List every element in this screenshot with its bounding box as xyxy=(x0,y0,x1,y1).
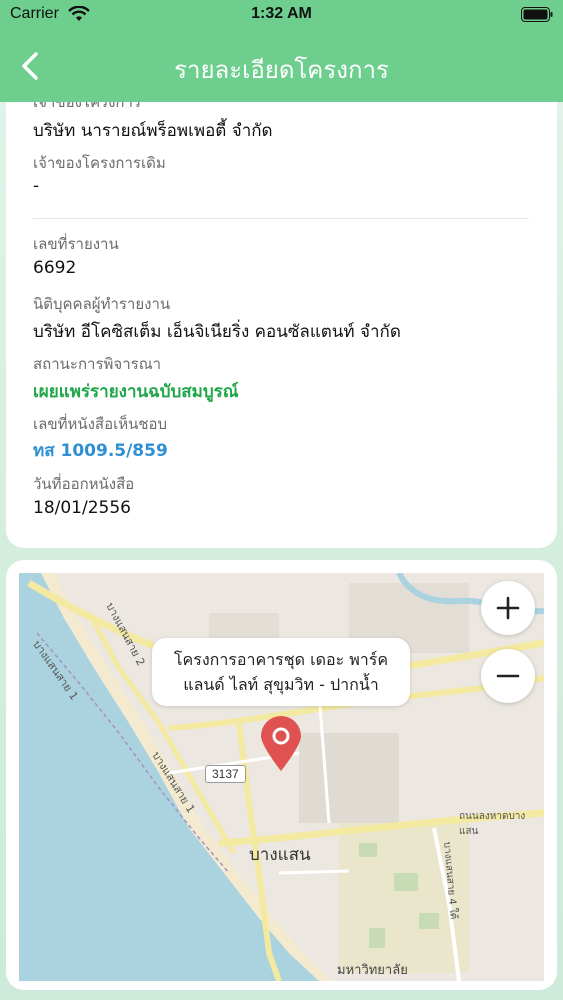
clock: 1:32 AM xyxy=(251,5,312,22)
report-number-value: 6692 xyxy=(33,258,77,278)
navigation-bar: รายละเอียดโครงการ xyxy=(0,30,563,102)
approval-number-link[interactable]: ทส 1009.5/859 xyxy=(33,437,168,464)
place-label-university: มหาวิทยาลัย xyxy=(337,963,408,978)
approval-number-label: เลขที่หนังสือเห็นชอบ xyxy=(33,415,168,433)
zoom-in-button[interactable] xyxy=(481,581,535,635)
zoom-out-button[interactable] xyxy=(481,649,535,703)
consultant-value: บริษัท อีโคซิสเต็ม เอ็นจิเนียริ่ง คอนซัล… xyxy=(33,322,401,342)
page-title: รายละเอียดโครงการ xyxy=(174,56,389,84)
report-number-label: เลขที่รายงาน xyxy=(33,235,119,253)
minus-icon xyxy=(496,674,520,678)
map-base xyxy=(19,573,544,981)
issue-date-value: 18/01/2556 xyxy=(33,498,131,518)
map-view[interactable]: บางแสนสาย 2 บางแสนสาย 1 บางแสนสาย 1 ถนนล… xyxy=(19,573,544,981)
status-bar: Carrier 1:32 AM xyxy=(0,0,563,30)
former-owner-label: เจ้าของโครงการเดิม xyxy=(33,154,166,172)
location-pin-icon[interactable] xyxy=(259,716,303,772)
owner-label-partial: เจ้าของโครงการ xyxy=(33,102,141,111)
road-shield-3137: 3137 xyxy=(205,765,246,783)
owner-value: บริษัท นารายณ์พร็อพเพอตี้ จำกัด xyxy=(33,121,273,141)
consultant-label: นิติบุคคลผู้ทำรายงาน xyxy=(33,295,171,313)
road-label-long-hat: ถนนลงหาดบางแสน xyxy=(459,811,526,837)
popup-line-1: โครงการอาคารชุด เดอะ พาร์ค xyxy=(173,650,389,669)
battery-icon xyxy=(521,7,553,22)
map-card: บางแสนสาย 2 บางแสนสาย 1 บางแสนสาย 1 ถนนล… xyxy=(6,560,557,990)
marker-popup[interactable]: โครงการอาคารชุด เดอะ พาร์ค แลนด์ ไลท์ สุ… xyxy=(152,638,410,706)
plus-icon xyxy=(496,596,520,620)
status-value: เผยแพร่รายงานฉบับสมบูรณ์ xyxy=(33,382,239,402)
project-details-card: เจ้าของโครงการ บริษัท นารายณ์พร็อพเพอตี้… xyxy=(6,102,557,548)
section-divider xyxy=(33,218,529,219)
status-label: สถานะการพิจารณา xyxy=(33,355,162,373)
former-owner-value: - xyxy=(33,176,40,196)
popup-line-2: แลนด์ ไลท์ สุขุมวิท - ปากน้ำ xyxy=(183,675,379,694)
issue-date-label: วันที่ออกหนังสือ xyxy=(33,475,135,493)
place-label-bangsaen: บางแสน xyxy=(249,845,311,865)
